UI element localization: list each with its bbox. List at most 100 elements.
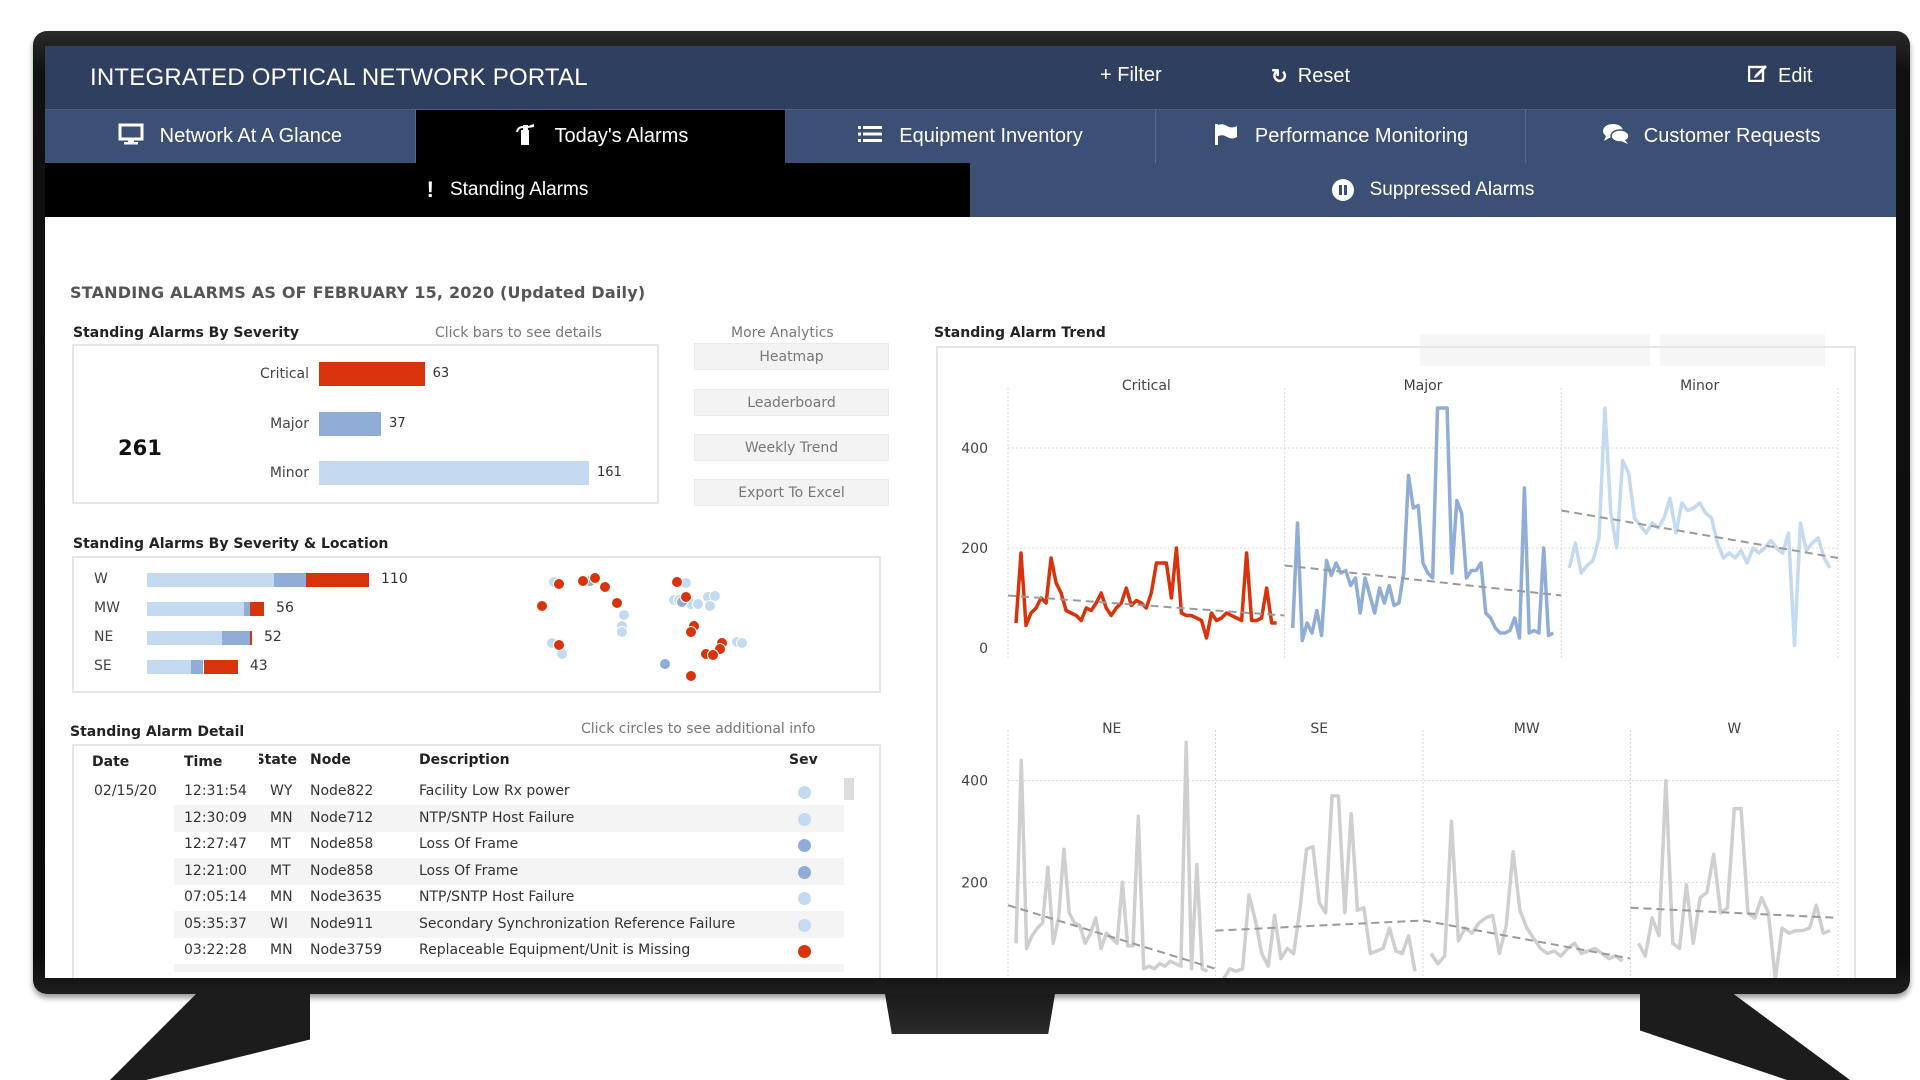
location-bar-se-minor[interactable] bbox=[147, 660, 192, 674]
facet-title-ne: NE bbox=[1102, 721, 1121, 737]
severity-dot-minor[interactable] bbox=[798, 918, 811, 932]
location-bar-w-critical[interactable] bbox=[306, 573, 369, 587]
map-point-critical[interactable] bbox=[577, 574, 590, 587]
weekly-trend-button[interactable]: Weekly Trend bbox=[694, 434, 889, 461]
leaderboard-button[interactable]: Leaderboard bbox=[694, 389, 889, 416]
location-total: 52 bbox=[263, 629, 282, 645]
map-point-critical[interactable] bbox=[685, 625, 698, 638]
col-sev[interactable]: Sev bbox=[789, 752, 818, 768]
tab-label: Today's Alarms bbox=[554, 125, 689, 147]
col-state[interactable]: State bbox=[259, 752, 297, 768]
map-point-critical[interactable] bbox=[670, 576, 683, 589]
trend-line-w[interactable] bbox=[1636, 778, 1831, 978]
detail-hint: Click circles to see additional info bbox=[581, 721, 816, 737]
severity-dot-minor[interactable] bbox=[798, 892, 811, 905]
map-point-critical[interactable] bbox=[598, 581, 611, 594]
location-bar-se-major[interactable] bbox=[191, 660, 204, 674]
table-row[interactable]: 07:05:14 MN Node3635 NTP/SNTP Host Failure bbox=[174, 884, 854, 911]
flag-icon bbox=[1213, 123, 1239, 151]
scroll-thumb[interactable] bbox=[844, 778, 854, 800]
map-point-critical[interactable] bbox=[589, 571, 602, 584]
severity-dot-critical[interactable] bbox=[798, 945, 811, 958]
location-bar-se-critical[interactable] bbox=[203, 660, 238, 674]
trend-line-minor[interactable] bbox=[1567, 406, 1832, 648]
map-point-critical[interactable] bbox=[536, 600, 549, 612]
severity-bar-minor[interactable] bbox=[319, 461, 589, 485]
table-row[interactable]: 12:30:09 MN Node712 NTP/SNTP Host Failure bbox=[174, 804, 854, 832]
cell-state: MN bbox=[270, 889, 293, 905]
col-time[interactable]: Time bbox=[184, 754, 222, 770]
fire-extinguisher-icon bbox=[512, 122, 538, 152]
table-row[interactable]: 05:35:37 WI Node911 Secondary Synchronizati… bbox=[174, 910, 854, 938]
trend-line-major[interactable] bbox=[1290, 406, 1555, 643]
severity-dot-minor[interactable] bbox=[798, 786, 811, 799]
trend-chart[interactable]: 0 200 400 Critical Major Minor 0 200 400 NE SE MW W bbox=[938, 348, 1854, 978]
severity-value: 161 bbox=[597, 465, 622, 480]
table-row[interactable]: 12:21:00 MT Node858 Loss Of Frame bbox=[174, 857, 854, 885]
table-row[interactable]: 03:22:28 MN Node3759 Replaceable Equipment/… bbox=[174, 937, 854, 964]
cell-node: Node858 bbox=[310, 862, 374, 879]
map-point-critical[interactable] bbox=[685, 669, 698, 682]
map-point-major[interactable] bbox=[658, 657, 671, 670]
reset-button[interactable]: ↻ Reset bbox=[1271, 64, 1350, 89]
severity-total: 261 bbox=[118, 436, 162, 460]
map-point-minor[interactable] bbox=[735, 637, 748, 650]
col-node[interactable]: Node bbox=[310, 752, 351, 768]
location-bar-mw-critical[interactable] bbox=[249, 602, 265, 616]
tab-network-at-a-glance[interactable]: Network At A Glance bbox=[45, 110, 416, 163]
col-description[interactable]: Description bbox=[419, 752, 510, 768]
tab-equipment-inventory[interactable]: Equipment Inventory bbox=[785, 110, 1156, 163]
severity-bar-major[interactable] bbox=[319, 412, 382, 436]
cell-node: Node911 bbox=[310, 915, 374, 932]
app-title: INTEGRATED OPTICAL NETWORK PORTAL bbox=[90, 64, 588, 91]
map-point-critical[interactable] bbox=[553, 577, 566, 590]
map-point-minor[interactable] bbox=[704, 600, 717, 612]
tab-todays-alarms[interactable]: Today's Alarms bbox=[415, 110, 786, 163]
map-point-critical[interactable] bbox=[706, 649, 719, 662]
edit-button[interactable]: Edit bbox=[1747, 64, 1812, 88]
trend-line-se[interactable] bbox=[1222, 794, 1417, 978]
trend-line-mw[interactable] bbox=[1429, 819, 1624, 966]
exclamation-icon: ! bbox=[426, 177, 434, 202]
export-to-excel-button[interactable]: Export To Excel bbox=[694, 479, 889, 506]
table-scrollbar[interactable] bbox=[844, 778, 854, 978]
location-bar-mw-minor[interactable] bbox=[147, 602, 244, 616]
location-bar-ne-critical[interactable] bbox=[249, 631, 252, 645]
tab-customer-requests[interactable]: Customer Requests bbox=[1526, 110, 1896, 163]
tab-label: Performance Monitoring bbox=[1254, 125, 1469, 147]
map-point-critical[interactable] bbox=[680, 590, 693, 603]
trend-line-critical[interactable] bbox=[1014, 546, 1277, 640]
facet-title-se: SE bbox=[1310, 721, 1328, 737]
severity-dot-major[interactable] bbox=[798, 839, 811, 852]
map-point-minor[interactable] bbox=[615, 626, 628, 639]
location-bar-w-minor[interactable] bbox=[147, 573, 275, 587]
map-point-critical[interactable] bbox=[610, 597, 623, 610]
filter-button[interactable]: + Filter bbox=[1100, 64, 1162, 87]
tab-performance-monitoring[interactable]: Performance Monitoring bbox=[1156, 110, 1527, 163]
list-icon bbox=[857, 125, 883, 149]
location-bar-w-major[interactable] bbox=[274, 573, 307, 587]
monitor-icon bbox=[118, 123, 144, 151]
location-map[interactable] bbox=[534, 566, 784, 682]
location-label: SE bbox=[94, 658, 112, 674]
heatmap-button[interactable]: Heatmap bbox=[694, 343, 889, 370]
comments-icon bbox=[1602, 123, 1630, 151]
col-date[interactable]: Date bbox=[92, 754, 129, 770]
tab-standing-alarms[interactable]: ! Standing Alarms bbox=[45, 163, 970, 217]
tab-label: Network At A Glance bbox=[159, 125, 342, 147]
cell-node: Node858 bbox=[310, 836, 374, 852]
tab-label: Customer Requests bbox=[1643, 125, 1821, 147]
refresh-icon: ↻ bbox=[1271, 66, 1288, 88]
severity-dot-major[interactable] bbox=[798, 865, 811, 879]
monitor-stand-left-leg bbox=[110, 990, 310, 1080]
tab-suppressed-alarms[interactable]: Suppressed Alarms bbox=[970, 163, 1896, 217]
cell-state: MN bbox=[270, 809, 293, 826]
cell-time: 07:05:14 bbox=[184, 889, 247, 905]
table-row[interactable]: 12:31:54 WY Node822 Facility Low Rx power bbox=[174, 778, 854, 805]
table-row[interactable]: 12:27:47 MT Node858 Loss Of Frame bbox=[174, 831, 854, 858]
severity-dot-minor[interactable] bbox=[798, 812, 811, 826]
severity-bar-critical[interactable] bbox=[319, 362, 425, 386]
alarm-subnav: ! Standing Alarms Suppressed Alarms bbox=[45, 163, 1896, 217]
location-bar-ne-major[interactable] bbox=[221, 631, 250, 645]
location-bar-ne-minor[interactable] bbox=[147, 631, 222, 645]
